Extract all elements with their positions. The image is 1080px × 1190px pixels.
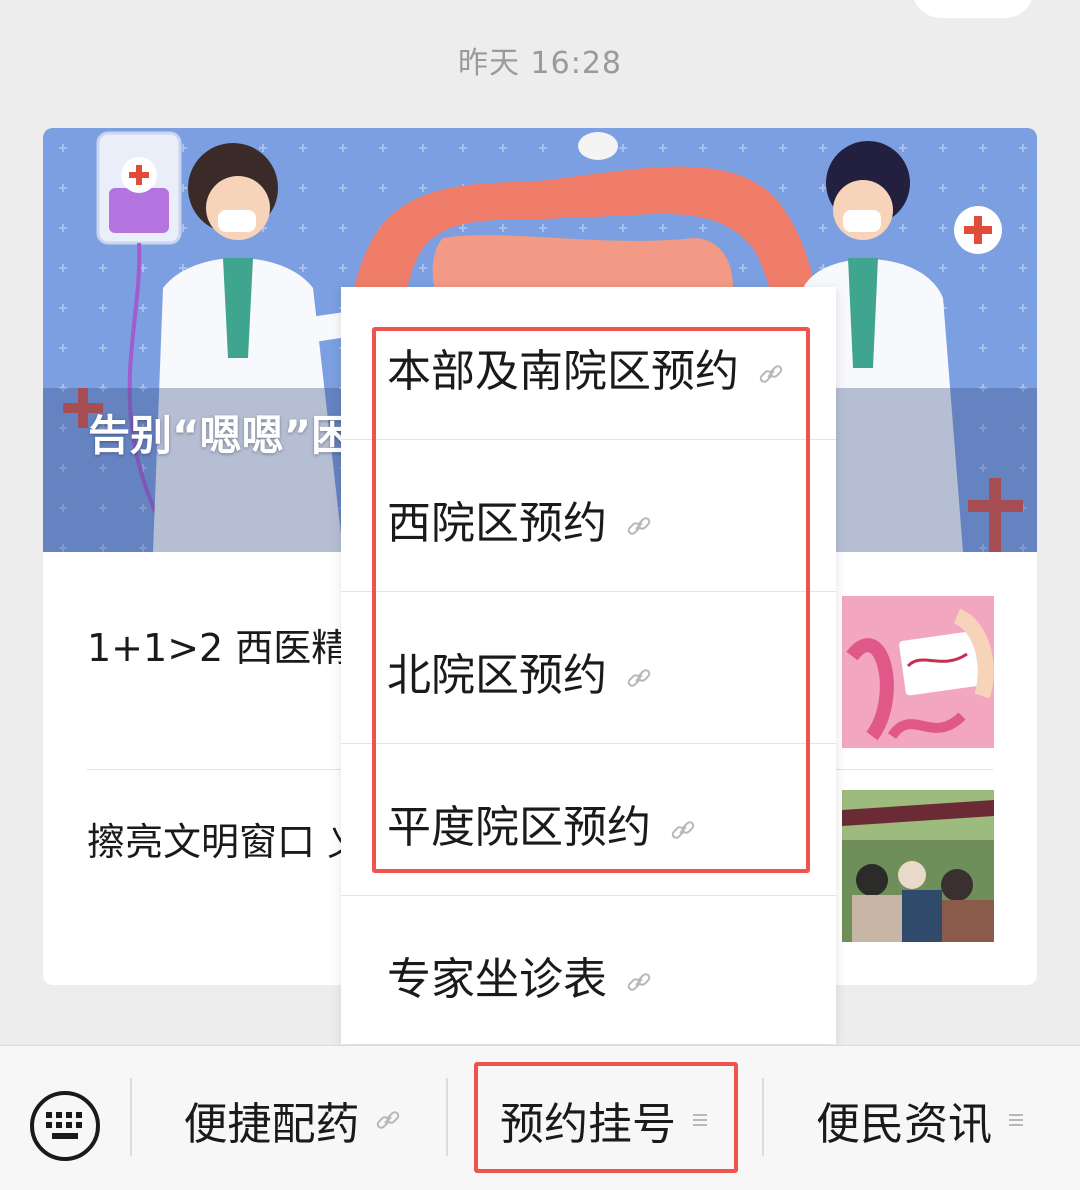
bottom-menu-bar: 便捷配药 预约挂号 便民资讯 [0,1045,1080,1190]
menu-separator [130,1078,132,1156]
article-thumbnail [842,596,994,748]
submenu-item-main-south[interactable]: 本部及南院区预约 [341,287,836,440]
link-icon [627,973,651,991]
link-icon [759,365,783,383]
submenu-popup: 本部及南院区预约 西院区预约 北院区预约 平度院区预约 专家坐诊表 [341,287,836,1044]
chat-bubble [912,0,1034,18]
keyboard-icon[interactable] [29,1090,101,1162]
menu-separator [446,1078,448,1156]
link-icon [627,517,651,535]
menu-separator [762,1078,764,1156]
submenu-item-expert-schedule[interactable]: 专家坐诊表 [341,895,836,1047]
link-icon [376,1111,399,1129]
link-icon [671,821,695,839]
submenu-item-pingdu[interactable]: 平度院区预约 [341,743,836,896]
menu-button-public-info[interactable]: 便民资讯 [766,1080,1076,1160]
submenu-item-label: 北院区预约 [387,650,607,701]
menu-button-appointment[interactable]: 预约挂号 [450,1080,760,1160]
message-timestamp: 昨天 16:28 [458,46,622,81]
submenu-item-label: 西院区预约 [387,498,607,549]
article-thumbnail [842,790,994,942]
submenu-item-label: 平度院区预约 [387,802,651,853]
menu-button-label: 便民资讯 [816,1099,992,1150]
menu-lines-icon [1009,1114,1023,1126]
menu-button-label: 便捷配药 [183,1099,360,1150]
menu-lines-icon [693,1114,707,1126]
submenu-item-west[interactable]: 西院区预约 [341,439,836,592]
submenu-item-label: 本部及南院区预约 [387,346,739,397]
menu-button-quick-medicine[interactable]: 便捷配药 [140,1080,445,1160]
submenu-item-label: 专家坐诊表 [387,954,607,1005]
menu-button-label: 预约挂号 [500,1099,676,1150]
link-icon [627,669,651,687]
submenu-item-north[interactable]: 北院区预约 [341,591,836,744]
